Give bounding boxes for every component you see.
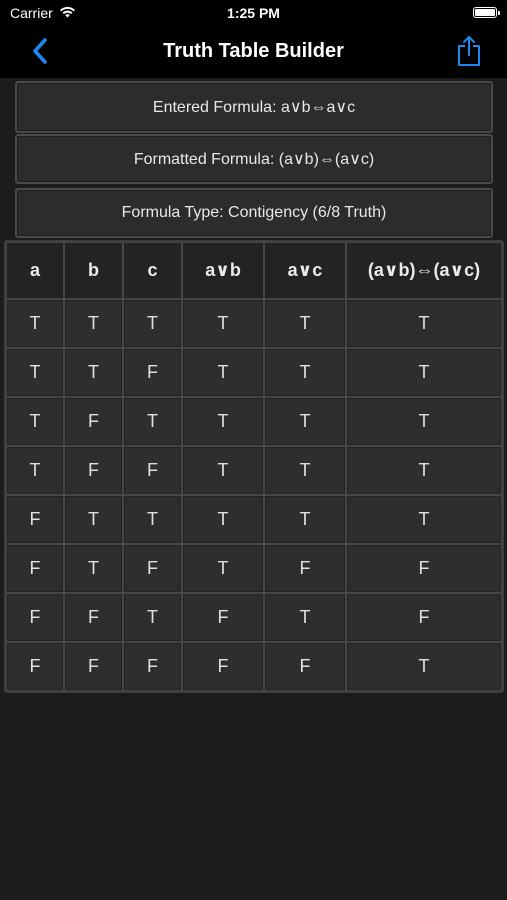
table-cell: T <box>264 495 346 544</box>
formatted-formula-box: Formatted Formula: (a∨b)⇔(a∨c) <box>15 134 493 184</box>
table-cell: T <box>123 495 182 544</box>
formatted-formula-text: Formatted Formula: (a∨b)⇔(a∨c) <box>133 151 375 168</box>
table-row: T F T T T T <box>6 397 502 446</box>
header-cell: (a∨b)⇔(a∨c) <box>346 242 502 299</box>
table-cell: F <box>6 642 64 691</box>
table-cell: T <box>6 397 64 446</box>
page-title: Truth Table Builder <box>163 40 344 62</box>
table-cell: F <box>123 446 182 495</box>
table-cell: T <box>64 495 123 544</box>
table-cell: F <box>64 446 123 495</box>
table-row: F F F F F T <box>6 642 502 691</box>
table-cell: T <box>264 348 346 397</box>
table-cell: F <box>6 495 64 544</box>
table-cell: T <box>346 397 502 446</box>
header-cell: b <box>64 242 123 299</box>
table-cell: T <box>264 397 346 446</box>
table-cell: T <box>6 299 64 348</box>
status-bar: Carrier 1:25 PM <box>0 0 507 28</box>
table-cell: F <box>264 544 346 593</box>
table-cell: T <box>346 495 502 544</box>
table-cell: F <box>64 642 123 691</box>
table-cell: F <box>64 593 123 642</box>
table-cell: T <box>346 642 502 691</box>
table-cell: T <box>182 397 264 446</box>
table-cell: F <box>123 544 182 593</box>
table-cell: F <box>6 544 64 593</box>
table-cell: F <box>346 544 502 593</box>
table-row: T T T T T T <box>6 299 502 348</box>
table-cell: F <box>64 397 123 446</box>
header-cell: c <box>123 242 182 299</box>
table-cell: T <box>123 299 182 348</box>
table-cell: F <box>182 642 264 691</box>
table-cell: F <box>123 642 182 691</box>
table-cell: F <box>346 593 502 642</box>
table-cell: T <box>182 544 264 593</box>
table-cell: T <box>346 446 502 495</box>
table-cell: F <box>264 642 346 691</box>
table-cell: T <box>182 348 264 397</box>
table-cell: T <box>123 593 182 642</box>
table-row: F T F T F F <box>6 544 502 593</box>
entered-formula-text: Entered Formula: a∨b⇔a∨c <box>152 99 356 116</box>
table-row: T T F T T T <box>6 348 502 397</box>
header-cell: a <box>6 242 64 299</box>
table-cell: T <box>182 495 264 544</box>
formula-type-text: Formula Type: Contigency (6/8 Truth) <box>121 204 387 221</box>
table-cell: T <box>264 593 346 642</box>
share-button[interactable] <box>453 35 485 71</box>
formula-type-box: Formula Type: Contigency (6/8 Truth) <box>15 188 493 238</box>
navigation-bar: Truth Table Builder <box>0 28 507 78</box>
table-cell: T <box>6 446 64 495</box>
table-cell: T <box>346 299 502 348</box>
table-cell: T <box>64 348 123 397</box>
table-cell: T <box>264 446 346 495</box>
status-time: 1:25 PM <box>227 5 280 21</box>
table-cell: T <box>123 397 182 446</box>
header-cell: a∨b <box>182 242 264 299</box>
table-row: F F T F T F <box>6 593 502 642</box>
table-cell: F <box>6 593 64 642</box>
share-icon <box>456 35 482 72</box>
table-cell: T <box>264 299 346 348</box>
table-cell: T <box>64 544 123 593</box>
table-cell: T <box>64 299 123 348</box>
table-header-row: a b c a∨b a∨c (a∨b)⇔(a∨c) <box>6 242 502 299</box>
truth-table: a b c a∨b a∨c (a∨b)⇔(a∨c) T T T T T T T … <box>4 240 504 693</box>
table-cell: T <box>346 348 502 397</box>
battery-icon <box>473 7 500 18</box>
table-cell: T <box>182 446 264 495</box>
table-row: T F F T T T <box>6 446 502 495</box>
table-cell: F <box>123 348 182 397</box>
entered-formula-box: Entered Formula: a∨b⇔a∨c <box>15 81 493 133</box>
table-cell: T <box>182 299 264 348</box>
table-row: F T T T T T <box>6 495 502 544</box>
table-cell: T <box>6 348 64 397</box>
table-cell: F <box>182 593 264 642</box>
header-cell: a∨c <box>264 242 346 299</box>
